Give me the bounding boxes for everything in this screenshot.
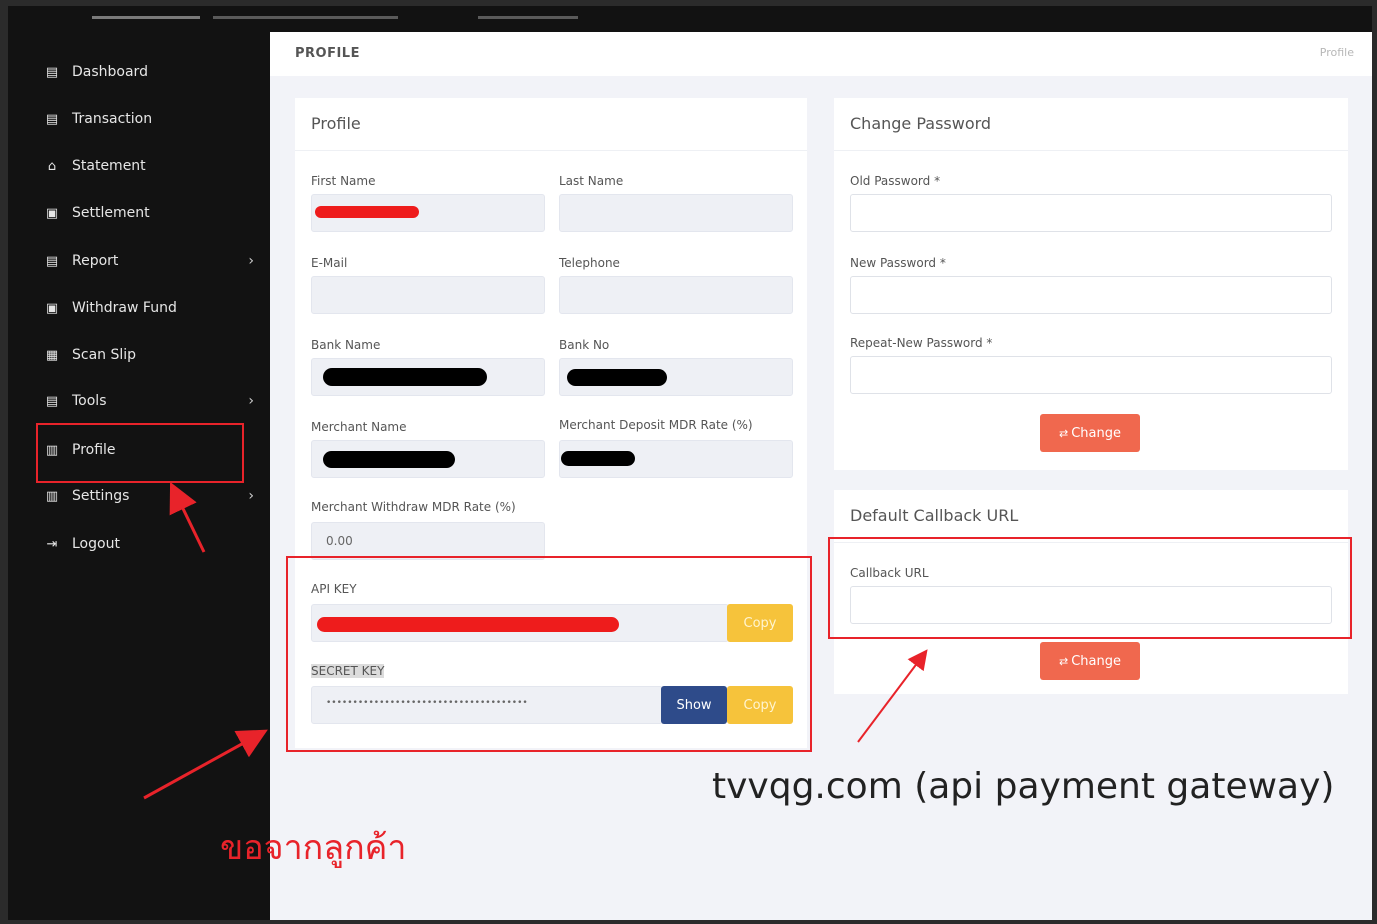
gateway-caption: tvvqg.com (api payment gateway)	[712, 766, 1335, 807]
arrow-to-profile	[169, 481, 206, 553]
thai-annotation: ขอจากลูกค้า	[220, 828, 407, 868]
app-window: ▤ Dashboard ▤ Transaction ⌂ Statement ▣ …	[8, 6, 1372, 920]
arrow-to-callback	[857, 649, 928, 743]
arrow-to-api-keys	[143, 729, 268, 800]
